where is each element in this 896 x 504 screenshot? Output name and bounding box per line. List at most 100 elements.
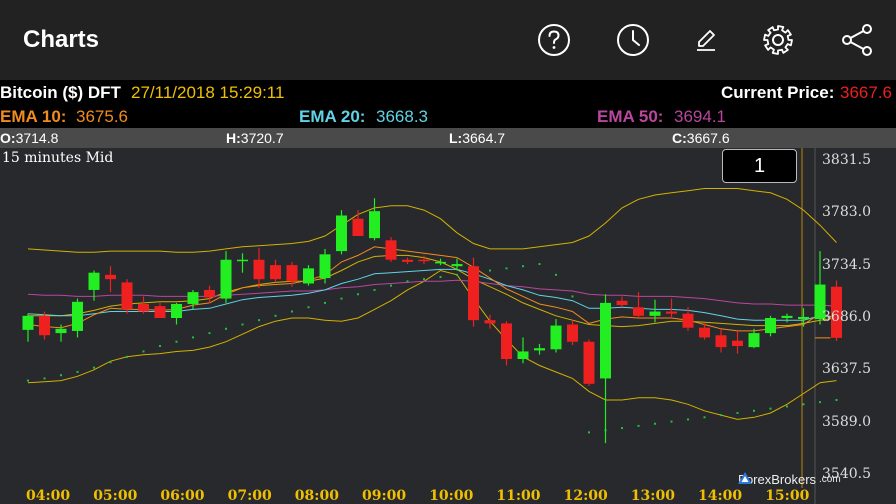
ohlc-low: L:3664.7: [449, 130, 506, 146]
bollinger-middle-line: [28, 254, 837, 328]
share-button[interactable]: [837, 20, 877, 60]
x-axis-label: 08:00: [294, 488, 339, 504]
page-title: Charts: [23, 26, 100, 53]
psar-dot: [60, 374, 62, 377]
candle-body: [402, 259, 413, 262]
psar-dot: [390, 284, 392, 287]
candle-body: [633, 307, 644, 316]
y-axis-label: 3734.5: [822, 256, 871, 273]
price-chart[interactable]: 15 minutes Mid 1 3831.5 3783.0 3734.5 3686.…: [0, 148, 896, 504]
psar-dot: [175, 340, 178, 343]
x-axis-label: 14:00: [698, 488, 743, 504]
y-axis-label: 3831.5: [822, 152, 871, 168]
psar-dot: [406, 280, 409, 283]
candlestick-chart[interactable]: [0, 148, 896, 504]
candle-body: [715, 335, 727, 348]
bollinger-upper-line: [27, 188, 837, 253]
x-axis-label: 13:00: [630, 488, 675, 504]
bollinger-lower-line: [27, 269, 837, 420]
x-axis-label: 04:00: [26, 488, 71, 504]
candle-body: [253, 259, 265, 280]
candle-body: [534, 348, 545, 351]
forexbrokers-logo-icon: [738, 472, 752, 484]
candle-body: [88, 272, 100, 290]
share-icon: [842, 24, 872, 56]
ema10-label: EMA 10:: [0, 107, 67, 126]
psar-dot: [241, 323, 244, 326]
ohlc-open: O:3714.8: [0, 130, 59, 146]
psar-dot: [126, 355, 128, 358]
psar-dot: [654, 422, 656, 425]
candle-body: [616, 300, 628, 306]
gear-icon: [763, 25, 793, 55]
y-axis-label: 3783.0: [822, 204, 871, 221]
current-price-value: 3667.6: [840, 83, 892, 102]
candle-body: [748, 333, 760, 348]
y-axis-label: 3637.5: [822, 361, 871, 378]
current-price-label: Current Price:: [721, 83, 835, 102]
candle-body: [418, 259, 430, 262]
ohlc-close: C:3667.6: [672, 130, 730, 146]
instrument-datetime: 27/11/2018 15:29:11: [131, 83, 285, 102]
candle-body: [319, 254, 331, 279]
psar-dot: [258, 319, 260, 322]
psar-dot: [357, 293, 359, 296]
psar-dot: [736, 411, 739, 414]
candle-body: [121, 282, 133, 310]
candle-body: [270, 265, 281, 280]
candle-body: [171, 303, 182, 318]
candle-body: [105, 274, 116, 280]
candle-body: [22, 315, 34, 330]
psar-dot: [142, 350, 145, 353]
psar-dot: [27, 379, 29, 382]
psar-dot: [192, 336, 194, 339]
psar-dot: [505, 267, 508, 270]
ema50-value: 3694.1: [674, 107, 726, 126]
help-icon: [538, 24, 570, 56]
psar-dot: [43, 377, 46, 380]
candle-body: [385, 240, 397, 260]
psar-dot: [76, 370, 79, 373]
candle-body: [501, 323, 512, 360]
candle-body: [286, 265, 298, 282]
psar-dot: [456, 273, 458, 276]
help-button[interactable]: [534, 20, 574, 60]
psar-dot: [225, 327, 227, 330]
ema20-line: [27, 268, 837, 321]
period-label: 15 minutes Mid: [2, 150, 114, 166]
history-button[interactable]: [613, 20, 653, 60]
ema20-value: 3668.3: [376, 107, 428, 126]
psar-dot: [588, 431, 590, 434]
psar-dot: [802, 403, 805, 406]
psar-dot: [522, 265, 524, 268]
ema20-label: EMA 20:: [299, 107, 366, 126]
psar-dot: [786, 405, 788, 408]
x-axis-label: 15:00: [765, 488, 810, 504]
candle-body: [154, 306, 166, 318]
zoom-button[interactable]: 1: [722, 149, 797, 183]
ohlc-bar: O:3714.8 H:3720.7 L:3664.7 C:3667.6: [0, 128, 896, 148]
psar-dot: [621, 427, 623, 430]
candle-body: [352, 218, 364, 236]
draw-button[interactable]: [686, 20, 726, 60]
candle-body: [451, 264, 463, 267]
candle-body: [666, 311, 677, 314]
candle-body: [550, 325, 562, 350]
x-axis-label: 10:00: [429, 488, 474, 504]
instrument-info: Bitcoin ($) DFT 27/11/2018 15:29:11 Curr…: [0, 80, 896, 128]
candle-body: [649, 311, 661, 316]
x-axis-label: 07:00: [227, 488, 272, 504]
x-axis-label: 11:00: [496, 488, 541, 504]
candle-body: [583, 341, 595, 384]
candle-body: [204, 289, 215, 298]
psar-dot: [93, 366, 95, 369]
candle-body: [765, 318, 776, 334]
psar-dot: [340, 297, 343, 300]
candle-body: [55, 328, 67, 334]
candle-body: [336, 215, 347, 252]
candle-body: [39, 315, 50, 336]
psar-dot: [373, 288, 376, 291]
settings-button[interactable]: [758, 20, 798, 60]
psar-dot: [637, 424, 640, 427]
candle-body: [237, 259, 248, 262]
